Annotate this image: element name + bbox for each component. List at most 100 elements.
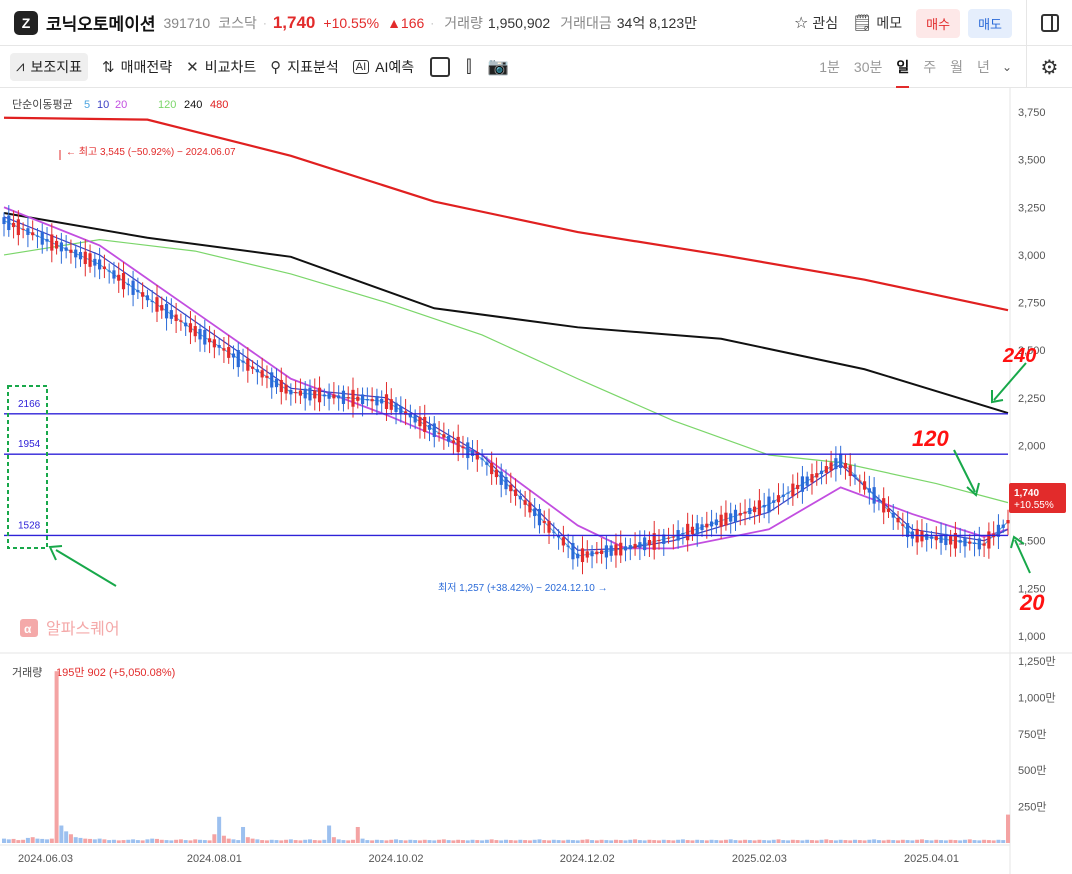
candle-body: [533, 508, 537, 517]
handwritten-label: 240: [1002, 345, 1036, 367]
volume-bar: [394, 839, 399, 843]
candle-body: [633, 543, 637, 549]
volume-bar: [441, 839, 446, 843]
ma-line-5: [3, 220, 1009, 557]
volume-bar: [719, 840, 724, 843]
price-chart[interactable]: 3,7503,5003,2503,0002,7502,5002,2502,000…: [0, 88, 1072, 874]
price-tick-label: 2,750: [1018, 298, 1046, 310]
volume-bar: [542, 840, 547, 843]
period-tab[interactable]: 주: [923, 46, 936, 88]
volume-bar: [527, 840, 532, 843]
handwritten-label: 120: [912, 426, 949, 451]
candle-body: [427, 424, 432, 430]
candle-body: [375, 395, 379, 406]
side-panel-toggle[interactable]: [1026, 0, 1072, 46]
memo-button[interactable]: 🗒 메모: [852, 13, 902, 33]
watchlist-button[interactable]: ☆ 관심: [794, 13, 838, 33]
candle-body: [164, 303, 169, 319]
candle-body: [365, 399, 369, 401]
period-tab[interactable]: 1분: [819, 46, 840, 88]
volume-bar: [21, 839, 26, 843]
candle-body: [121, 272, 126, 290]
volume-bar: [92, 839, 97, 843]
ai-forecast-button[interactable]: AI AI예측: [352, 53, 414, 81]
volume-bar: [331, 837, 336, 843]
volume-bar: [676, 839, 681, 843]
volume-bar: [599, 839, 604, 843]
volume-bar: [317, 840, 322, 843]
candle-body: [217, 345, 221, 348]
buy-button[interactable]: 매수: [916, 8, 961, 38]
date-tick-label: 2024.08.01: [187, 853, 242, 865]
candle-body: [800, 476, 805, 492]
volume-bar: [446, 840, 451, 843]
volume-bar: [939, 840, 944, 843]
volume-bar: [623, 840, 628, 843]
handwritten-label: 20: [1019, 590, 1045, 615]
indicators-button[interactable]: ⩘ 보조지표: [10, 52, 88, 81]
chart-toolbar: ⩘ 보조지표 ⇅ 매매전략 ✕ 비교차트 ⚲ 지표분석 AI AI예측 ⫿ 📷 …: [0, 46, 1072, 88]
ma-legend-period: 120: [158, 99, 176, 111]
candle-icon[interactable]: ⫿: [466, 57, 471, 77]
settings-gear-icon[interactable]: ⚙: [1026, 46, 1072, 88]
candle-body: [542, 521, 546, 523]
volume-bar: [255, 839, 260, 843]
volume-bar: [934, 839, 939, 843]
volume-bar: [264, 840, 269, 843]
volume-bar: [336, 839, 341, 843]
candle-body: [284, 384, 288, 394]
volume-bar: [575, 840, 580, 843]
candle-body: [160, 305, 164, 311]
chart-type-square-icon[interactable]: [430, 56, 451, 77]
volume-bar: [6, 839, 11, 843]
volume-bar: [743, 839, 748, 843]
volume-bar: [876, 840, 881, 843]
volume-value: 1,950,902: [487, 14, 551, 31]
camera-icon[interactable]: 📷: [488, 57, 509, 77]
strategy-button[interactable]: ⇅ 매매전략: [102, 53, 172, 81]
volume-bar: [465, 840, 470, 843]
sell-button[interactable]: 매도: [968, 8, 1012, 38]
candle-body: [595, 551, 599, 555]
candle-body: [776, 495, 781, 503]
volume-bar: [494, 840, 499, 843]
candle-body: [547, 520, 551, 533]
candle-body: [614, 544, 618, 556]
volume-bar: [68, 834, 73, 843]
volume-bar: [771, 839, 776, 843]
candle-body: [399, 406, 403, 415]
volume-bar: [943, 840, 948, 843]
candle-body: [738, 512, 742, 516]
volume-bar: [437, 839, 442, 843]
compare-button[interactable]: ✕ 비교차트: [186, 53, 256, 81]
level-label: 1954: [18, 439, 41, 450]
period-tab[interactable]: 년: [977, 46, 990, 88]
separator-dot: ·: [262, 15, 267, 30]
volume-bar: [35, 838, 40, 843]
volume-bar: [628, 839, 633, 843]
market-name: 코스닥: [218, 14, 257, 31]
volume-bar: [728, 839, 733, 843]
candle-body: [456, 436, 460, 453]
candle-body: [600, 550, 604, 554]
candle-body: [21, 228, 25, 230]
candle-body: [504, 476, 508, 490]
analysis-button[interactable]: ⚲ 지표분석: [270, 53, 339, 81]
candle-body: [45, 239, 49, 242]
candle-body: [184, 322, 188, 327]
volume-bar: [40, 838, 45, 843]
candle-body: [585, 551, 589, 558]
candle-body: [972, 542, 977, 544]
volume-bar: [838, 839, 843, 843]
candle-body: [236, 350, 240, 368]
volume-legend-title: 거래량: [12, 666, 42, 679]
period-tab[interactable]: 일: [896, 46, 910, 88]
volume-bar: [518, 839, 523, 843]
amount-label: 거래대금: [560, 14, 612, 31]
period-tab[interactable]: 30분: [854, 46, 882, 88]
chevron-down-icon[interactable]: ⌄: [1002, 60, 1012, 74]
candle-body: [470, 450, 475, 456]
volume-bar: [284, 839, 289, 843]
volume-bar: [829, 840, 834, 843]
period-tab[interactable]: 월: [950, 46, 963, 88]
